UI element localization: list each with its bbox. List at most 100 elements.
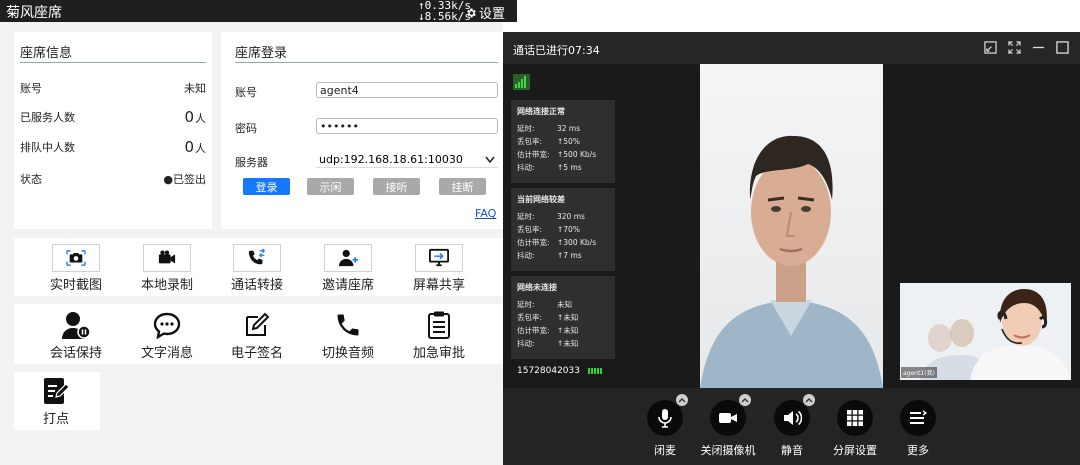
control-label: 更多 xyxy=(907,444,929,457)
tool-call-transfer[interactable]: 通话转接 xyxy=(217,244,297,293)
fullscreen-button[interactable] xyxy=(1007,40,1021,54)
stat-value: 未知 xyxy=(557,300,572,309)
control-label: 关闭摄像机 xyxy=(700,444,756,457)
local-video-label: agent1(我) xyxy=(901,367,937,378)
stat-key: 丢包率: xyxy=(517,313,543,322)
title-bar: 菊风座席 ↑0.33k/s ↓8.56k/s 设置 xyxy=(0,0,517,22)
tool-mark-point[interactable]: 打点 xyxy=(36,376,76,427)
screen-share-icon xyxy=(429,248,449,267)
stat-value: ↑70% xyxy=(557,225,580,234)
mark-icon xyxy=(44,378,70,404)
tool-label: 实时截图 xyxy=(49,278,102,293)
mute-mic-button[interactable]: 闭麦 xyxy=(630,394,700,458)
control-label: 分屏设置 xyxy=(833,444,877,457)
settings-button[interactable]: 设置 xyxy=(465,3,505,22)
app-title: 菊风座席 xyxy=(6,5,62,21)
tool-label: 本地录制 xyxy=(140,278,193,293)
info-label: 账号 xyxy=(20,82,42,95)
tool-session-hold[interactable]: 会话保持 xyxy=(36,310,116,361)
tool-label: 加急审批 xyxy=(412,346,465,361)
seat-login-panel: 座席登录 账号 密码 服务器 udp:192.168.18.61:10030 xyxy=(221,32,503,229)
tool-row: 会话保持 文字消息 电子签名 切换音频 加急审批 xyxy=(14,304,503,364)
stat-value: ↑50% xyxy=(557,137,580,146)
tool-snapshot[interactable]: 实时截图 xyxy=(36,244,116,293)
info-label: 排队中人数 xyxy=(20,141,75,154)
tool-label: 会话保持 xyxy=(49,346,102,361)
call-window: 通话已进行07:34 网络连接正常 延时: 32 ms 丢包率: ↑50% 估计… xyxy=(503,32,1080,465)
stat-value: ↑5 ms xyxy=(557,163,582,172)
unit: 人 xyxy=(195,142,206,155)
minimize-icon xyxy=(1032,46,1044,48)
call-control-bar: 闭麦 关闭摄像机 静音 分屏设置 更多 xyxy=(503,388,1080,465)
agent-portrait-icon xyxy=(900,283,1071,380)
answer-button[interactable]: 接听 xyxy=(373,178,420,195)
tool-label: 通话转接 xyxy=(230,278,283,293)
settings-label: 设置 xyxy=(479,7,506,22)
control-label: 静音 xyxy=(781,444,803,457)
info-value: 未知 xyxy=(184,82,206,95)
chevron-up-icon[interactable] xyxy=(803,394,815,406)
download-speed: ↓8.56k/s xyxy=(418,10,471,23)
grid-icon xyxy=(847,410,863,426)
camera-video-icon xyxy=(719,413,737,423)
login-button[interactable]: 登录 xyxy=(243,178,290,195)
stat-value: 320 ms xyxy=(557,212,585,221)
tool-screen-share[interactable]: 屏幕共享 xyxy=(399,244,479,293)
password-input[interactable] xyxy=(316,118,498,134)
pip-icon xyxy=(983,40,997,54)
tool-switch-audio[interactable]: 切换音频 xyxy=(308,310,388,361)
stat-key: 延时: xyxy=(517,300,535,309)
stat-value: ↑未知 xyxy=(557,326,579,335)
picture-in-picture-button[interactable] xyxy=(983,40,997,54)
tool-urgent-approval[interactable]: 加急审批 xyxy=(399,310,479,361)
more-button[interactable]: 更多 xyxy=(883,400,953,458)
info-row-served: 已服务人数 0人 xyxy=(20,108,206,126)
stat-key: 抖动: xyxy=(517,339,535,348)
stat-title: 网络连接正常 xyxy=(517,107,565,116)
tool-label: 打点 xyxy=(42,412,69,427)
hold-user-icon xyxy=(62,312,91,339)
signal-strength-icon xyxy=(513,74,530,90)
invite-user-icon xyxy=(338,249,358,267)
tool-e-signature[interactable]: 电子签名 xyxy=(217,310,297,361)
camera-icon xyxy=(66,250,86,266)
stat-value: ↑7 ms xyxy=(557,251,582,260)
password-label: 密码 xyxy=(235,122,257,135)
stat-key: 抖动: xyxy=(517,163,535,172)
stat-key: 估计带宽: xyxy=(517,150,550,159)
split-screen-button[interactable]: 分屏设置 xyxy=(820,400,890,458)
tool-local-record[interactable]: 本地录制 xyxy=(127,244,207,293)
audio-level-icon xyxy=(588,368,602,374)
silence-button[interactable]: 静音 xyxy=(757,394,827,458)
tool-text-message[interactable]: 文字消息 xyxy=(127,310,207,361)
network-speed: ↑0.33k/s ↓8.56k/s xyxy=(418,0,471,22)
stat-value: ↑未知 xyxy=(557,313,579,322)
status-badge: ●已签出 xyxy=(163,173,206,186)
stat-key: 估计带宽: xyxy=(517,238,550,247)
hangup-button[interactable]: 挂断 xyxy=(439,178,486,195)
info-label: 状态 xyxy=(20,173,42,186)
more-menu-icon xyxy=(910,410,927,424)
faq-link[interactable]: FAQ xyxy=(475,207,496,220)
tool-label: 屏幕共享 xyxy=(412,278,465,293)
account-input[interactable] xyxy=(316,82,498,98)
video-area: 网络连接正常 延时: 32 ms 丢包率: ↑50% 估计带宽: ↑500 Kb/s … xyxy=(503,64,1080,388)
divider xyxy=(235,62,498,63)
phone-number: 15728042033 xyxy=(517,366,580,376)
idle-button[interactable]: 示闲 xyxy=(307,178,354,195)
chevron-up-icon[interactable] xyxy=(739,394,751,406)
caller-number: 15728042033 xyxy=(517,366,602,376)
stat-title: 网络未连接 xyxy=(517,283,557,292)
stat-value: ↑300 Kb/s xyxy=(557,238,597,247)
server-select[interactable]: udp:192.168.18.61:10030 xyxy=(316,152,498,168)
maximize-button[interactable] xyxy=(1055,40,1069,54)
seat-info-title: 座席信息 xyxy=(20,46,73,61)
seat-login-title: 座席登录 xyxy=(235,46,288,61)
chat-icon xyxy=(153,312,181,339)
call-header: 通话已进行07:34 xyxy=(503,32,1080,64)
info-row-queue: 排队中人数 0人 xyxy=(20,138,206,156)
camera-off-button[interactable]: 关闭摄像机 xyxy=(693,394,763,458)
chevron-up-icon[interactable] xyxy=(676,394,688,406)
tool-invite-seat[interactable]: 邀请座席 xyxy=(308,244,388,293)
minimize-button[interactable] xyxy=(1031,40,1045,54)
